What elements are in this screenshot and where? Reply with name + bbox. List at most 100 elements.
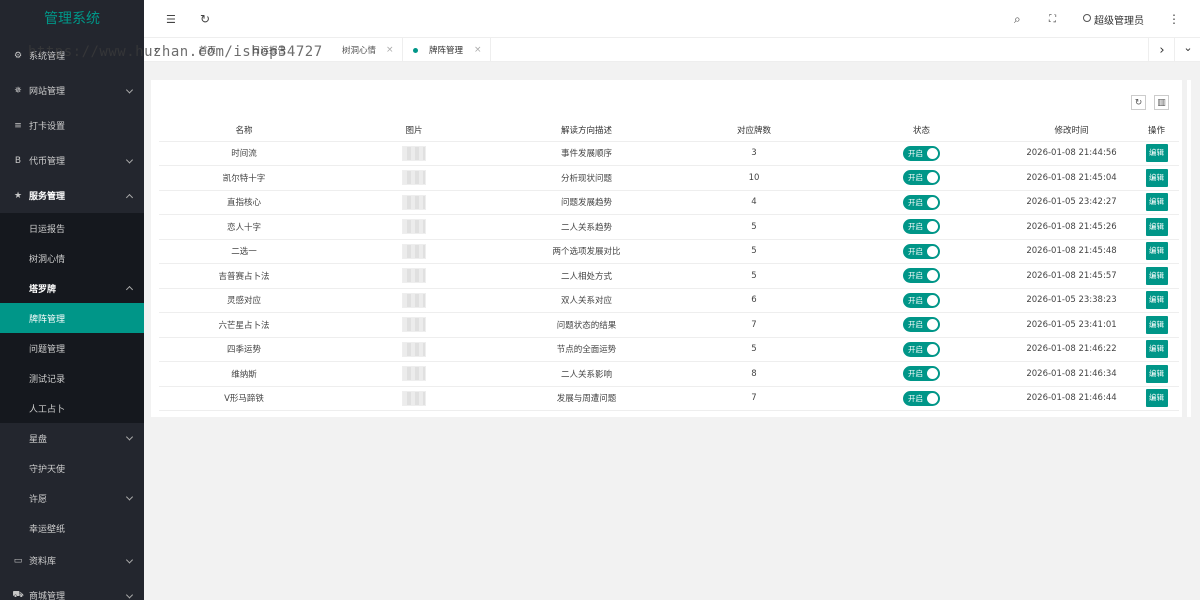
table-row: 二选一 两个选项发展对比 5 开启 2026-01-08 21:45:48 编辑 — [159, 239, 1179, 264]
modified-time-cell: 2026-01-08 21:44:56 — [1009, 141, 1134, 166]
action-cell: 编辑 — [1134, 239, 1179, 264]
folder-icon: ▭ — [13, 555, 23, 566]
edit-button[interactable]: 编辑 — [1145, 217, 1168, 236]
status-toggle[interactable]: 开启 — [903, 194, 940, 210]
spread-name-cell: 维纳斯 — [159, 361, 329, 387]
tab-scroll-left-icon[interactable]: ‹ — [144, 38, 168, 62]
tab-home[interactable]: 首页 — [199, 38, 216, 62]
close-icon[interactable]: × — [386, 45, 394, 55]
spread-thumbnail[interactable] — [402, 170, 426, 186]
modified-time-cell: 2026-01-08 21:45:04 — [1009, 165, 1134, 191]
edit-button[interactable]: 编辑 — [1145, 389, 1168, 408]
action-cell: 编辑 — [1134, 214, 1179, 240]
spread-thumbnail[interactable] — [402, 194, 426, 210]
more-icon[interactable]: ⋮ — [1168, 0, 1180, 38]
spread-thumbnail[interactable] — [402, 366, 426, 382]
column-header: 修改时间 — [1009, 119, 1134, 142]
status-toggle[interactable]: 开启 — [903, 145, 940, 161]
user-menu[interactable]: 超级管理员 — [1083, 0, 1144, 38]
status-toggle-label: 开启 — [908, 393, 923, 403]
sidebar-item-gear[interactable]: ⚙ 系统管理 — [0, 38, 144, 73]
refresh-icon[interactable]: ↻ — [200, 0, 210, 38]
sidebar-item-cart[interactable]: ⛟ 商城管理 — [0, 578, 144, 600]
card-count-cell: 4 — [674, 190, 834, 215]
spread-thumbnail[interactable] — [402, 219, 426, 235]
close-icon[interactable]: × — [474, 45, 482, 55]
sidebar-subitem[interactable]: 许愿 — [0, 483, 144, 513]
sidebar-subitem[interactable]: 幸运壁纸 — [0, 513, 144, 543]
edit-button[interactable]: 编辑 — [1145, 266, 1168, 285]
spread-thumbnail[interactable] — [402, 317, 426, 333]
tab-scroll-right-icon[interactable]: › — [1150, 38, 1174, 62]
status-toggle[interactable]: 开启 — [903, 219, 940, 235]
spread-thumbnail[interactable] — [402, 145, 426, 161]
sidebar-subitem[interactable]: 星盘 — [0, 423, 144, 453]
table-refresh-icon[interactable]: ↻ — [1131, 95, 1146, 110]
column-header: 名称 — [159, 119, 329, 142]
status-toggle[interactable]: 开启 — [903, 268, 940, 284]
spread-thumbnail[interactable] — [402, 390, 426, 406]
sidebar-item-star[interactable]: ★ 服务管理 — [0, 178, 144, 213]
toggle-knob — [927, 221, 938, 233]
active-dot-icon — [413, 47, 418, 53]
spread-image-cell — [329, 190, 499, 215]
edit-button[interactable]: 编辑 — [1145, 242, 1168, 261]
sidebar-subitem[interactable]: 树洞心情 — [0, 243, 144, 273]
sidebar-subitem[interactable]: 守护天使 — [0, 453, 144, 483]
spread-thumbnail[interactable] — [402, 243, 426, 259]
search-icon[interactable]: ⌕ — [1014, 0, 1021, 38]
column-filter-icon[interactable]: ▥ — [1154, 95, 1169, 110]
status-toggle[interactable]: 开启 — [903, 341, 940, 357]
status-toggle-label: 开启 — [908, 246, 923, 256]
status-toggle[interactable]: 开启 — [903, 243, 940, 259]
chevron-up-icon — [125, 193, 134, 201]
spread-image-cell — [329, 239, 499, 264]
edit-button[interactable]: 编辑 — [1145, 193, 1168, 212]
tab-spread-management[interactable]: 牌阵管理 × — [413, 38, 482, 62]
menu-toggle-icon[interactable]: ☰ — [166, 0, 176, 38]
status-toggle[interactable]: 开启 — [903, 170, 940, 186]
sidebar-item-label: 树洞心情 — [29, 254, 66, 265]
card-count-cell: 3 — [674, 141, 834, 166]
tab-dropdown-icon[interactable]: ⌄ — [1176, 35, 1200, 59]
spread-image-cell — [329, 386, 499, 411]
spread-desc-cell: 二人关系趋势 — [499, 214, 674, 240]
edit-button[interactable]: 编辑 — [1145, 315, 1168, 334]
chevron-down-icon — [125, 590, 134, 599]
status-cell: 开启 — [834, 190, 1009, 215]
tab-treehole-mood[interactable]: 树洞心情 × — [342, 38, 394, 62]
edit-button[interactable]: 编辑 — [1145, 364, 1168, 383]
sidebar-subitem[interactable]: 日运报告 — [0, 213, 144, 243]
status-cell: 开启 — [834, 214, 1009, 240]
status-toggle[interactable]: 开启 — [903, 292, 940, 308]
spread-thumbnail[interactable] — [402, 268, 426, 284]
status-toggle[interactable]: 开启 — [903, 366, 940, 382]
edit-button[interactable]: 编辑 — [1145, 144, 1168, 163]
sidebar-subitem[interactable]: 测试记录 — [0, 363, 144, 393]
sidebar-item-globe[interactable]: ✵ 网站管理 — [0, 73, 144, 108]
sidebar-subitem[interactable]: 问题管理 — [0, 333, 144, 363]
spread-thumbnail[interactable] — [402, 341, 426, 357]
sidebar-item-folder[interactable]: ▭ 资料库 — [0, 543, 144, 578]
card-count-cell: 5 — [674, 214, 834, 240]
table-row: 灵感对应 双人关系对应 6 开启 2026-01-05 23:38:23 编辑 — [159, 288, 1179, 313]
action-cell: 编辑 — [1134, 263, 1179, 289]
status-toggle[interactable]: 开启 — [903, 390, 940, 406]
edit-button[interactable]: 编辑 — [1145, 168, 1168, 187]
fullscreen-icon[interactable]: ⛶ — [1049, 0, 1056, 38]
status-cell: 开启 — [834, 386, 1009, 411]
sidebar-subitem[interactable]: 人工占卜 — [0, 393, 144, 423]
sidebar-subitem[interactable]: 牌阵管理 — [0, 303, 144, 333]
globe-icon: ✵ — [14, 85, 22, 96]
tab-daily-report[interactable]: 日运报告 — [252, 38, 286, 62]
sidebar-subitem[interactable]: 塔罗牌 — [0, 273, 144, 303]
action-cell: 编辑 — [1134, 190, 1179, 215]
vertical-scrollbar[interactable] — [1182, 80, 1187, 417]
status-toggle[interactable]: 开启 — [903, 317, 940, 333]
status-cell: 开启 — [834, 337, 1009, 362]
edit-button[interactable]: 编辑 — [1145, 340, 1168, 359]
sidebar-item-bitcoin[interactable]: B 代币管理 — [0, 143, 144, 178]
spread-thumbnail[interactable] — [402, 292, 426, 308]
sidebar-item-list[interactable]: ≡ 打卡设置 — [0, 108, 144, 143]
edit-button[interactable]: 编辑 — [1145, 291, 1168, 310]
